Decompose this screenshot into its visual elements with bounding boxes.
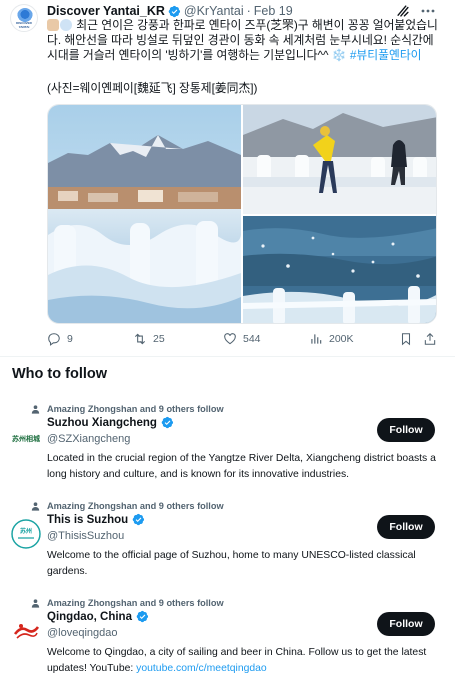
account-bio: Welcome to Qingdao, a city of sailing an…: [47, 645, 442, 676]
xiangcheng-logo-text: 苏州相城: [12, 434, 40, 443]
tweet-header: Discover Yantai_KR @KrYantai · Feb 19: [47, 3, 293, 19]
tweet-actions: 9 25 544 200K: [47, 330, 443, 348]
account-bio: Located in the crucial region of the Yan…: [47, 453, 436, 480]
photo-frozen-railing[interactable]: [48, 105, 241, 323]
follow-suggestion[interactable]: Amazing Zhongshan and 9 others follow 苏州…: [0, 499, 455, 595]
snowman-emoji-icon: [60, 19, 72, 31]
social-context-text: Amazing Zhongshan and 9 others follow: [47, 598, 224, 608]
account-handle[interactable]: @ThisisSuzhou: [47, 530, 124, 542]
avatar-logo-text: DISCOVER YANTAI: [16, 21, 32, 29]
bookmark-button[interactable]: [399, 330, 419, 348]
author-name[interactable]: Discover Yantai_KR: [47, 4, 165, 18]
tweet-date[interactable]: Feb 19: [254, 4, 293, 18]
share-button[interactable]: [423, 330, 443, 348]
account-name-row[interactable]: Qingdao, China: [47, 610, 152, 623]
account-name[interactable]: This is Suzhou: [47, 514, 128, 526]
grok-icon[interactable]: [396, 4, 410, 18]
snowflake-emoji-icon: ❄️: [331, 48, 347, 62]
verified-badge-icon: [132, 513, 145, 526]
follow-suggestion[interactable]: Amazing Zhongshan and 9 others follow 苏州…: [0, 402, 455, 498]
reply-count: 9: [67, 333, 73, 345]
account-bio: Welcome to the official page of Suzhou, …: [47, 550, 416, 577]
social-context-text: Amazing Zhongshan and 9 others follow: [47, 501, 224, 511]
bookmark-icon: [401, 333, 411, 346]
who-to-follow-heading: Who to follow: [12, 366, 108, 382]
verified-badge-icon: [168, 5, 180, 17]
account-name[interactable]: Suzhou Xiangcheng: [47, 417, 157, 429]
account-avatar[interactable]: 苏州相城: [11, 422, 41, 452]
account-name[interactable]: Qingdao, China: [47, 611, 132, 623]
suzhou-logo-icon: 苏州: [11, 519, 41, 549]
qingdao-logo-icon: [11, 616, 41, 646]
reply-icon: [48, 333, 60, 346]
like-count: 544: [243, 333, 261, 345]
tweet[interactable]: DISCOVER YANTAI Discover Yantai_KR @KrYa…: [0, 0, 455, 352]
tweet-text: 최근 연이은 강풍과 한파로 옌타이 즈푸(芝罘)구 해변이 꽁꽁 얼어붙었습니…: [47, 18, 443, 63]
media-grid: [47, 104, 437, 324]
views-chart-icon: [311, 334, 322, 344]
photo-credit: (사진=웨이옌페이[魏延飞] 장통제[姜同杰]): [47, 81, 258, 95]
person-icon: [31, 598, 40, 608]
verified-badge-icon: [136, 610, 149, 623]
share-icon: [424, 333, 436, 345]
follow-button[interactable]: Follow: [377, 612, 435, 636]
account-avatar[interactable]: 苏州: [11, 519, 41, 549]
social-context: Amazing Zhongshan and 9 others follow: [30, 499, 224, 513]
photo-person-on-ice[interactable]: [243, 105, 436, 214]
like-button[interactable]: 544: [223, 330, 261, 348]
account-name-row[interactable]: Suzhou Xiangcheng: [47, 416, 177, 429]
author-handle[interactable]: @KrYantai: [184, 4, 244, 18]
heart-icon: [224, 333, 236, 345]
more-options-icon[interactable]: [421, 9, 435, 13]
photo-frozen-sea[interactable]: [243, 216, 436, 323]
header-separator: ·: [246, 4, 251, 18]
account-handle[interactable]: @SZXiangcheng: [47, 433, 130, 445]
follow-suggestion[interactable]: Amazing Zhongshan and 9 others follow Qi…: [0, 596, 455, 684]
social-context: Amazing Zhongshan and 9 others follow: [30, 402, 224, 416]
face-emoji-icon: [47, 19, 59, 31]
section-divider: [0, 356, 455, 357]
reply-button[interactable]: 9: [47, 330, 73, 348]
follow-button[interactable]: Follow: [377, 515, 435, 539]
account-avatar[interactable]: [11, 616, 41, 646]
views-button[interactable]: 200K: [309, 330, 354, 348]
verified-badge-icon: [161, 416, 173, 429]
repost-icon: [134, 333, 146, 345]
account-handle[interactable]: @loveqingdao: [47, 627, 118, 639]
author-avatar[interactable]: DISCOVER YANTAI: [10, 4, 38, 32]
person-icon: [31, 501, 40, 511]
youtube-link[interactable]: youtube.com/c/meetqingdao: [136, 663, 267, 674]
account-name-row[interactable]: This is Suzhou: [47, 513, 148, 526]
social-context-text: Amazing Zhongshan and 9 others follow: [47, 404, 224, 414]
views-count: 200K: [329, 333, 354, 345]
suzhou-logo-text: 苏州: [20, 527, 32, 535]
xiangcheng-logo-icon: 苏州相城: [11, 422, 41, 452]
person-icon: [31, 404, 40, 414]
hashtag-link[interactable]: #뷰티풀옌타이: [350, 48, 422, 62]
social-context: Amazing Zhongshan and 9 others follow: [30, 596, 224, 610]
repost-count: 25: [153, 333, 165, 345]
follow-button[interactable]: Follow: [377, 418, 435, 442]
repost-button[interactable]: 25: [133, 330, 165, 348]
